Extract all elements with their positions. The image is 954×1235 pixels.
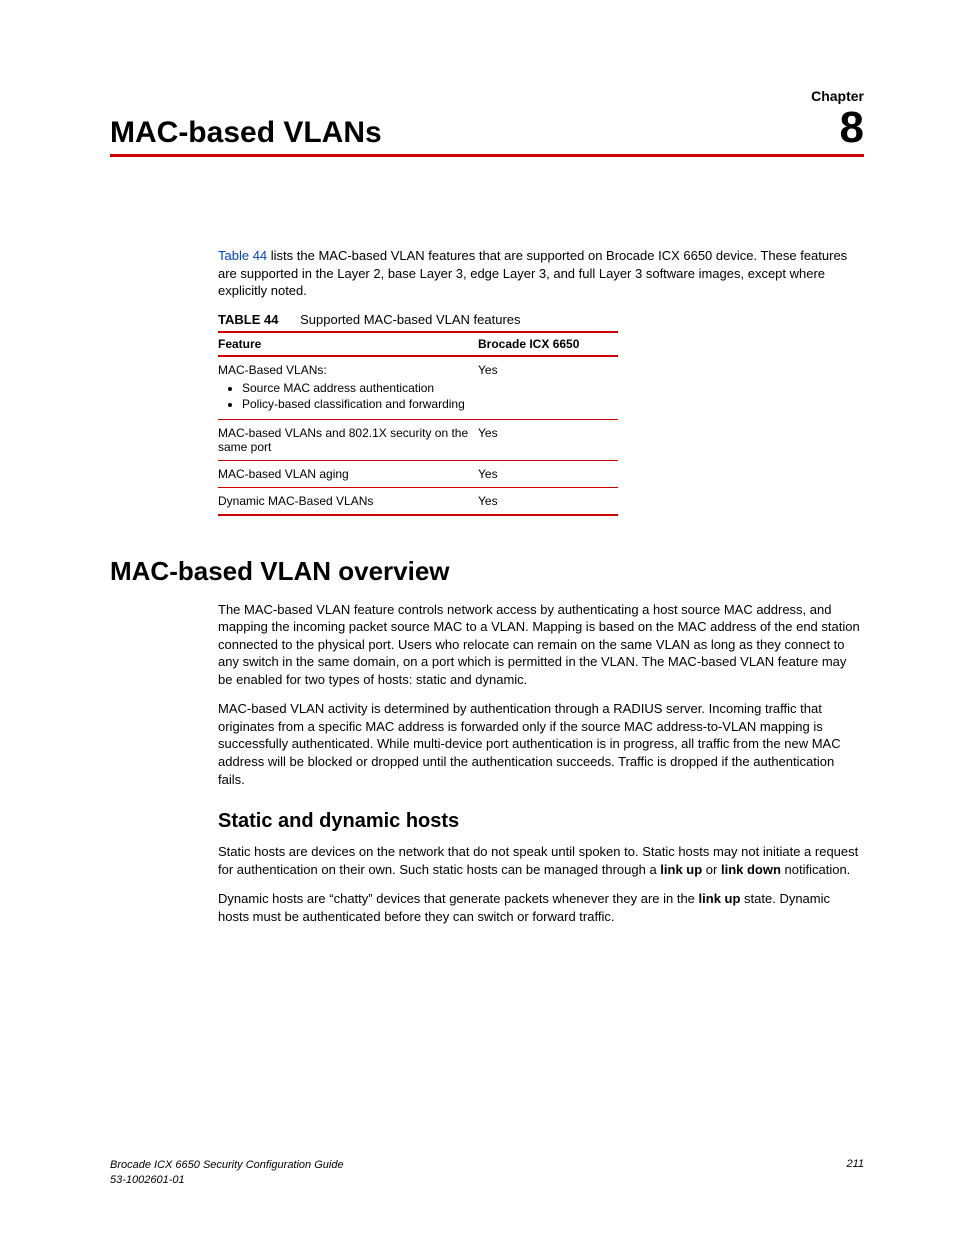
- bold-link-down: link down: [721, 862, 781, 877]
- table-row: MAC-based VLAN aging Yes: [218, 460, 618, 487]
- page-footer: Brocade ICX 6650 Security Configuration …: [110, 1158, 864, 1187]
- hosts-heading: Static and dynamic hosts: [218, 810, 864, 833]
- table-label: TABLE 44: [218, 312, 278, 327]
- hosts-p1: Static hosts are devices on the network …: [218, 843, 864, 878]
- feature-bullet: Source MAC address authentication: [242, 381, 472, 395]
- intro-text: lists the MAC-based VLAN features that a…: [218, 248, 847, 298]
- table-caption: TABLE 44 Supported MAC-based VLAN featur…: [218, 312, 864, 327]
- table-row: MAC-Based VLANs: Source MAC address auth…: [218, 356, 618, 420]
- footer-title: Brocade ICX 6650 Security Configuration …: [110, 1158, 344, 1172]
- footer-docnum: 53-1002601-01: [110, 1173, 344, 1187]
- bold-link-up: link up: [699, 891, 741, 906]
- bold-link-up: link up: [660, 862, 702, 877]
- feature-table: Feature Brocade ICX 6650 MAC-Based VLANs…: [218, 331, 618, 516]
- col-device: Brocade ICX 6650: [478, 332, 618, 356]
- table-row: MAC-based VLANs and 802.1X security on t…: [218, 419, 618, 460]
- table-row: Dynamic MAC-Based VLANs Yes: [218, 487, 618, 515]
- feature-text: MAC-Based VLANs:: [218, 363, 327, 377]
- chapter-title-row: MAC-based VLANs 8: [110, 106, 864, 157]
- hosts-p2: Dynamic hosts are “chatty” devices that …: [218, 890, 864, 925]
- chapter-label: Chapter: [110, 88, 864, 104]
- table-caption-text: Supported MAC-based VLAN features: [300, 312, 520, 327]
- feature-value: Yes: [478, 419, 618, 460]
- feature-text: MAC-based VLANs and 802.1X security on t…: [218, 419, 478, 460]
- feature-value: Yes: [478, 460, 618, 487]
- table-ref-link[interactable]: Table 44: [218, 248, 267, 263]
- col-feature: Feature: [218, 332, 478, 356]
- overview-p1: The MAC-based VLAN feature controls netw…: [218, 601, 864, 689]
- feature-text: Dynamic MAC-Based VLANs: [218, 487, 478, 515]
- intro-paragraph: Table 44 lists the MAC-based VLAN featur…: [218, 247, 864, 300]
- feature-text: MAC-based VLAN aging: [218, 460, 478, 487]
- feature-value: Yes: [478, 487, 618, 515]
- overview-heading: MAC-based VLAN overview: [110, 556, 864, 587]
- chapter-title: MAC-based VLANs: [110, 116, 382, 150]
- feature-value: Yes: [478, 356, 618, 420]
- feature-bullet: Policy-based classification and forwardi…: [242, 397, 472, 411]
- overview-p2: MAC-based VLAN activity is determined by…: [218, 700, 864, 788]
- page-number: 211: [846, 1158, 864, 1187]
- chapter-number: 8: [840, 106, 864, 150]
